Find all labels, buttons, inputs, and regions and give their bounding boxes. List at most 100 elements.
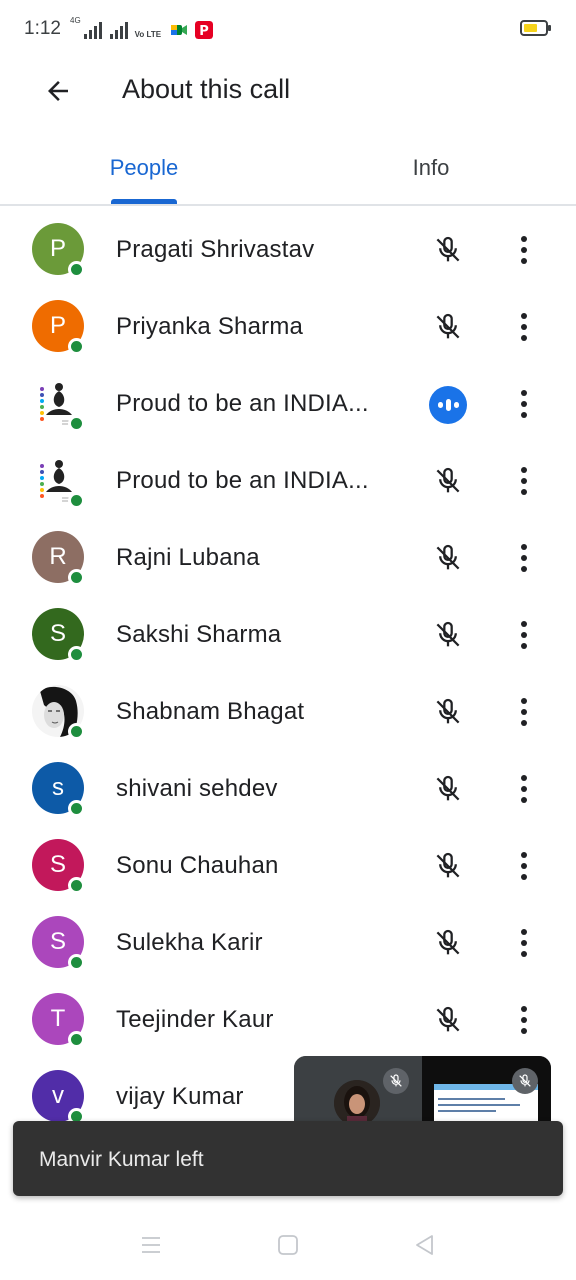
more-vert-icon[interactable] — [505, 616, 543, 654]
presence-dot — [68, 800, 85, 817]
battery-icon — [520, 20, 551, 36]
participant-row[interactable]: s shivani sehdev — [0, 751, 576, 828]
mic-off-icon — [512, 1068, 538, 1094]
mic-off-icon — [428, 846, 468, 886]
presence-dot — [68, 492, 85, 509]
avatar-initial: T — [50, 1005, 66, 1032]
meet-app-icon — [171, 25, 188, 35]
mic-off-icon — [428, 230, 468, 270]
presence-dot — [68, 569, 85, 586]
more-vert-icon[interactable] — [505, 462, 543, 500]
more-vert-icon[interactable] — [505, 770, 543, 808]
speaking-indicator-icon — [429, 386, 467, 424]
mic-off-icon — [428, 615, 468, 655]
mic-off-icon — [428, 461, 468, 501]
volte-label: Vo LTE — [134, 30, 162, 39]
snackbar: Manvir Kumar left — [13, 1121, 563, 1196]
avatar-initial: S — [49, 928, 66, 955]
avatar-initial: R — [49, 543, 67, 570]
participant-row[interactable]: R Rajni Lubana — [0, 520, 576, 597]
mic-off-icon — [428, 538, 468, 578]
avatar-initial: s — [52, 774, 64, 801]
participant-row[interactable]: P Priyanka Sharma — [0, 289, 576, 366]
participant-name: Teejinder Kaur — [116, 1006, 274, 1033]
tab-indicator — [111, 199, 177, 204]
avatar-initial: P — [49, 235, 66, 262]
more-vert-icon[interactable] — [505, 1001, 543, 1039]
more-vert-icon[interactable] — [505, 924, 543, 962]
back-button[interactable] — [32, 68, 84, 114]
avatar-initial: S — [49, 620, 66, 647]
presentation-video — [422, 1056, 551, 1126]
participant-row[interactable]: S Sonu Chauhan — [0, 828, 576, 905]
tab-info[interactable]: Info — [376, 140, 486, 204]
participant-name: Pragati Shrivastav — [116, 236, 315, 263]
battery-fill — [524, 24, 537, 32]
tab-bar: People Info — [0, 140, 576, 206]
mic-off-icon — [428, 307, 468, 347]
tab-people[interactable]: People — [88, 140, 200, 204]
more-vert-icon[interactable] — [505, 385, 543, 423]
participant-row[interactable]: Proud to be an INDIA... — [0, 443, 576, 520]
pinterest-icon: P — [195, 21, 214, 39]
participant-name: Proud to be an INDIA... — [116, 467, 369, 494]
call-preview-tile[interactable] — [294, 1056, 551, 1126]
more-vert-icon[interactable] — [505, 539, 543, 577]
self-video — [294, 1056, 422, 1126]
mic-off-icon — [428, 769, 468, 809]
avatar-initial: v — [52, 1082, 64, 1109]
nav-back-button[interactable] — [402, 1228, 446, 1262]
presence-dot — [68, 954, 85, 971]
page-title: About this call — [122, 74, 291, 104]
participant-row[interactable]: S Sakshi Sharma — [0, 597, 576, 674]
more-vert-icon[interactable] — [505, 847, 543, 885]
mic-off-icon — [428, 923, 468, 963]
mic-off-icon — [383, 1068, 409, 1094]
participant-name: vijay Kumar — [116, 1083, 244, 1110]
participant-name: Sulekha Karir — [116, 929, 263, 956]
presence-dot — [68, 338, 85, 355]
network-type-label: 4G — [70, 16, 81, 25]
recents-button[interactable] — [129, 1228, 173, 1262]
home-icon — [278, 1235, 298, 1255]
network-indicators: 4G Vo LTE P — [70, 16, 214, 39]
avatar-initial: S — [49, 851, 66, 878]
presence-dot — [68, 646, 85, 663]
participant-name: shivani sehdev — [116, 775, 278, 802]
system-nav-bar — [0, 1210, 576, 1280]
presence-dot — [68, 415, 85, 432]
avatar-initial: P — [49, 312, 66, 339]
participant-name: Sakshi Sharma — [116, 621, 282, 648]
mic-off-icon — [428, 1000, 468, 1040]
signal-icon-2 — [109, 21, 128, 39]
recents-icon — [142, 1237, 160, 1253]
home-button[interactable] — [266, 1228, 310, 1262]
more-vert-icon[interactable] — [505, 231, 543, 269]
presence-dot — [68, 877, 85, 894]
presence-dot — [68, 723, 85, 740]
participant-row[interactable]: Shabnam Bhagat — [0, 674, 576, 751]
participant-row[interactable]: T Teejinder Kaur — [0, 982, 576, 1059]
arrow-back-icon — [48, 81, 68, 101]
participant-photo — [334, 1080, 380, 1126]
participant-name: Priyanka Sharma — [116, 313, 304, 340]
participant-name: Sonu Chauhan — [116, 852, 279, 879]
participant-name: Shabnam Bhagat — [116, 698, 305, 725]
snackbar-message: Manvir Kumar left — [39, 1148, 204, 1171]
signal-icon — [83, 21, 102, 39]
mic-off-icon — [428, 692, 468, 732]
participant-row[interactable]: Proud to be an INDIA... — [0, 366, 576, 443]
status-bar: 1:12 4G Vo LTE P — [0, 0, 576, 58]
more-vert-icon[interactable] — [505, 308, 543, 346]
participant-row[interactable]: S Sulekha Karir — [0, 905, 576, 982]
presence-dot — [68, 261, 85, 278]
presence-dot — [68, 1031, 85, 1048]
app-bar: About this call — [0, 58, 576, 124]
svg-text:P: P — [199, 24, 209, 39]
nav-back-icon — [416, 1235, 433, 1255]
participant-name: Rajni Lubana — [116, 544, 260, 571]
status-time: 1:12 — [24, 18, 61, 39]
more-vert-icon[interactable] — [505, 693, 543, 731]
participant-row[interactable]: P Pragati Shrivastav — [0, 212, 576, 289]
participant-name: Proud to be an INDIA... — [116, 390, 369, 417]
